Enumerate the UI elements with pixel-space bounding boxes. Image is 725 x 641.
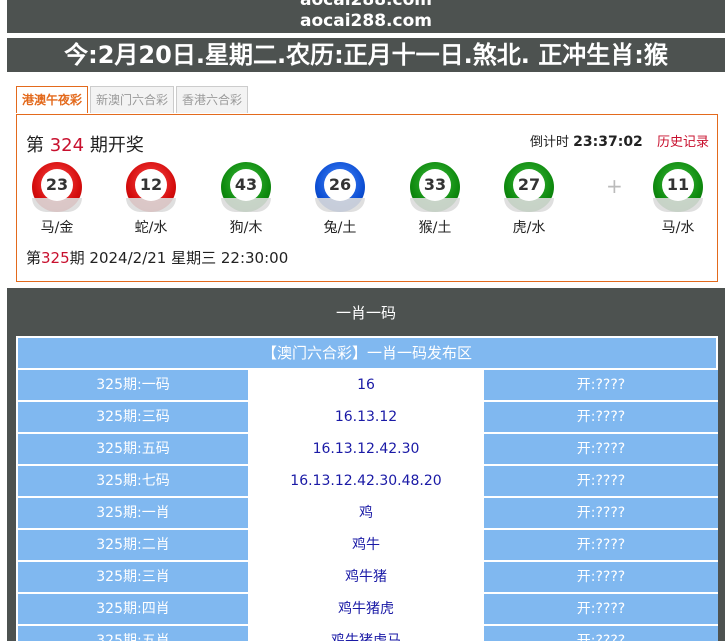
row-label: 325期:一码	[18, 370, 250, 400]
issue-prefix: 第	[26, 135, 44, 156]
draw-panel: 第 324 期开奖 倒计时 23:37:02 历史记录 23 马/金 12 蛇/…	[16, 114, 718, 282]
next-draw: 第325期 2024/2/21 星期三 22:30:00	[26, 247, 288, 268]
ball-red-icon: 23	[32, 162, 82, 212]
lottery-widget: 港澳午夜彩 新澳门六合彩 香港六合彩 第 324 期开奖 倒计时 23:37:0…	[7, 77, 725, 285]
table-row: 325期:三肖 鸡牛猪 开:????	[16, 562, 718, 594]
draw-issue: 第 324 期开奖	[26, 131, 144, 157]
prediction-table: 【澳门六合彩】一肖一码发布区 325期:一码 16 开:???? 325期:三码…	[16, 336, 718, 641]
row-result: 开:????	[484, 434, 718, 464]
history-link[interactable]: 历史记录	[657, 131, 709, 150]
table-row: 325期:七码 16.13.12.42.30.48.20 开:????	[16, 466, 718, 498]
row-result: 开:????	[484, 562, 718, 592]
row-value: 16.13.12.42.30.48.20	[250, 466, 484, 496]
row-value: 16.13.12	[250, 402, 484, 432]
row-result: 开:????	[484, 370, 718, 400]
row-value: 16.13.12.42.30	[250, 434, 484, 464]
table-row: 325期:三码 16.13.12 开:????	[16, 402, 718, 434]
site-domain[interactable]: aocai288.com	[7, 0, 725, 9]
countdown-label: 倒计时	[530, 135, 570, 150]
ball-number: 12	[135, 169, 167, 201]
ball-5: 33 猴/土	[405, 162, 465, 237]
ball-zodiac: 虎/水	[512, 220, 546, 236]
row-result: 开:????	[484, 530, 718, 560]
row-label: 325期:二肖	[18, 530, 250, 560]
row-result: 开:????	[484, 466, 718, 496]
ball-number: 26	[324, 169, 356, 201]
row-label: 325期:五码	[18, 434, 250, 464]
row-value: 鸡牛猪	[250, 562, 484, 592]
ball-number: 33	[419, 169, 451, 201]
table-row: 325期:一码 16 开:????	[16, 370, 718, 402]
ball-special: 11 马/水	[648, 162, 708, 237]
next-prefix: 第	[26, 249, 42, 267]
row-value: 鸡	[250, 498, 484, 528]
row-result: 开:????	[484, 498, 718, 528]
row-result: 开:????	[484, 626, 718, 641]
table-header: 【澳门六合彩】一肖一码发布区	[16, 336, 718, 370]
ball-row: 23 马/金 12 蛇/水 43 狗/木 26 兔/土 33 猴/土 27 虎/…	[17, 162, 717, 242]
ball-green-icon: 27	[504, 162, 554, 212]
table-row: 325期:五肖 鸡牛猪虎马 开:????	[16, 626, 718, 641]
ball-zodiac: 马/水	[661, 220, 695, 236]
ball-2: 12 蛇/水	[121, 162, 181, 237]
row-value: 鸡牛猪虎	[250, 594, 484, 624]
ball-green-icon: 43	[221, 162, 271, 212]
date-banner: 今:2月20日.星期二.农历:正月十一日.煞北. 正冲生肖:猴	[7, 38, 725, 72]
issue-number: 324	[49, 135, 85, 156]
one-zodiac-one-code-section: 一肖一码 【澳门六合彩】一肖一码发布区 325期:一码 16 开:???? 32…	[7, 288, 725, 641]
ball-green-icon: 33	[410, 162, 460, 212]
ball-number: 23	[41, 169, 73, 201]
issue-suffix: 期开奖	[89, 135, 144, 156]
tab-hongkong[interactable]: 香港六合彩	[176, 86, 249, 113]
lottery-tabs: 港澳午夜彩 新澳门六合彩 香港六合彩	[16, 86, 250, 114]
table-row: 325期:二肖 鸡牛 开:????	[16, 530, 718, 562]
ball-green-icon: 11	[653, 162, 703, 212]
table-row: 325期:四肖 鸡牛猪虎 开:????	[16, 594, 718, 626]
ball-zodiac: 猴/土	[418, 220, 452, 236]
ball-zodiac: 兔/土	[323, 220, 357, 236]
row-label: 325期:三码	[18, 402, 250, 432]
ball-1: 23 马/金	[27, 162, 87, 237]
tab-new-macau[interactable]: 新澳门六合彩	[90, 86, 175, 113]
next-suffix: 期 2024/2/21 星期三 22:30:00	[69, 249, 289, 267]
row-result: 开:????	[484, 594, 718, 624]
countdown-value: 23:37:02	[573, 134, 643, 150]
row-value: 16	[250, 370, 484, 400]
countdown: 倒计时 23:37:02	[530, 131, 643, 150]
site-domain-secondary[interactable]: aocai288.com	[7, 13, 725, 30]
table-row: 325期:五码 16.13.12.42.30 开:????	[16, 434, 718, 466]
row-label: 325期:五肖	[18, 626, 250, 641]
ball-zodiac: 蛇/水	[134, 220, 168, 236]
ball-number: 43	[230, 169, 262, 201]
row-value: 鸡牛	[250, 530, 484, 560]
row-value: 鸡牛猪虎马	[250, 626, 484, 641]
ball-red-icon: 12	[126, 162, 176, 212]
ball-zodiac: 马/金	[40, 220, 74, 236]
ball-number: 27	[513, 169, 545, 201]
ball-number: 11	[662, 169, 694, 201]
row-label: 325期:一肖	[18, 498, 250, 528]
row-result: 开:????	[484, 402, 718, 432]
tab-hk-macau-midnight[interactable]: 港澳午夜彩	[16, 86, 89, 113]
ball-4: 26 兔/土	[310, 162, 370, 237]
ball-6: 27 虎/水	[499, 162, 559, 237]
ball-3: 43 狗/木	[216, 162, 276, 237]
row-label: 325期:七码	[18, 466, 250, 496]
next-issue: 325	[41, 249, 70, 267]
ball-zodiac: 狗/木	[229, 220, 263, 236]
row-label: 325期:三肖	[18, 562, 250, 592]
row-label: 325期:四肖	[18, 594, 250, 624]
section-title: 一肖一码	[335, 304, 396, 322]
plus-icon: +	[606, 174, 623, 198]
site-header: aocai288.com aocai288.com	[7, 0, 725, 33]
ball-blue-icon: 26	[315, 162, 365, 212]
table-row: 325期:一肖 鸡 开:????	[16, 498, 718, 530]
